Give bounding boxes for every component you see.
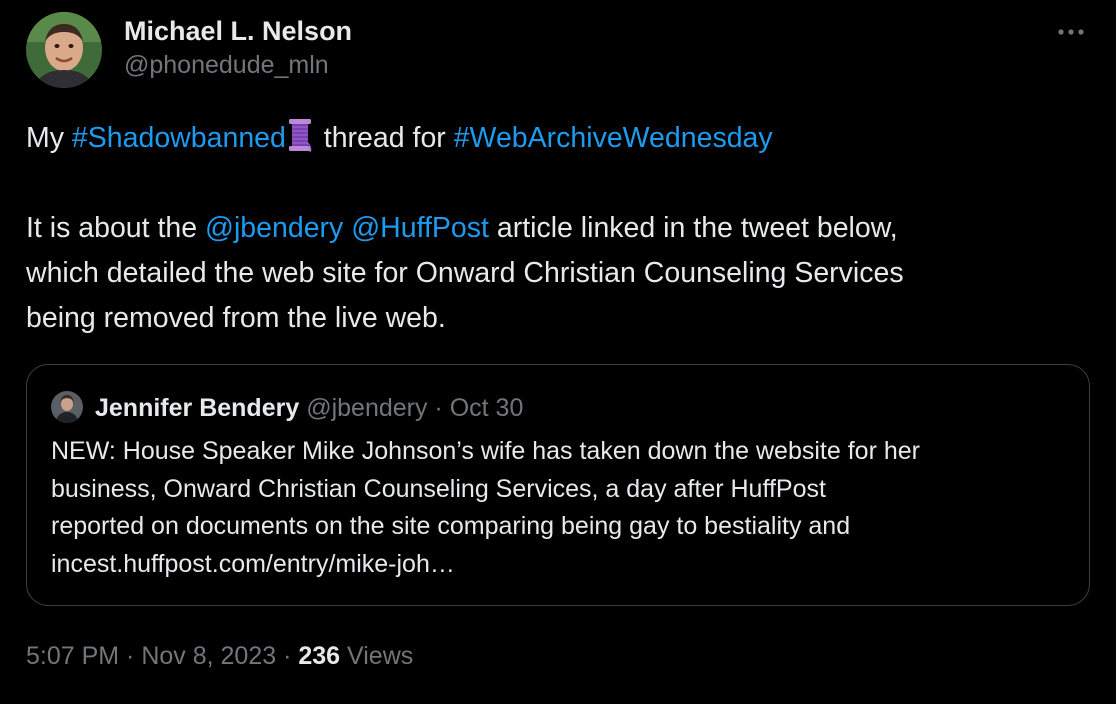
hashtag-shadowbanned[interactable]: #Shadowbanned — [72, 122, 286, 154]
tweet-line-2: It is about the @jbendery @HuffPost arti… — [26, 206, 1090, 251]
tweet-text: My #Shadowbanned thread for #WebArchiveW… — [26, 116, 1090, 341]
author-avatar-image — [26, 12, 102, 88]
mention-jbendery[interactable]: @jbendery — [205, 212, 343, 244]
quoted-tweet-text: NEW: House Speaker Mike Johnson’s wife h… — [51, 433, 1061, 583]
more-options-icon[interactable] — [1056, 22, 1086, 42]
quoted-tweet-line: reported on documents on the site compar… — [51, 512, 851, 540]
quoted-tweet-line: incest.huffpost.com/entry/mike-joh… — [51, 549, 455, 578]
author-name[interactable]: Michael L. Nelson — [124, 14, 352, 48]
quoted-author-avatar-image — [51, 391, 83, 423]
tweet-line-2-suffix: article linked in the tweet below, — [488, 212, 898, 244]
tweet-line-3: which detailed the web site for Onward C… — [26, 257, 904, 289]
quoted-author-handle[interactable]: @jbendery — [306, 394, 427, 422]
mention-huffpost[interactable]: @HuffPost — [351, 212, 489, 244]
quoted-author-avatar[interactable] — [51, 391, 83, 423]
author-handle[interactable]: @phonedude_mln — [124, 48, 352, 82]
tweet-line-1: My #Shadowbanned thread for #WebArchiveW… — [26, 116, 1090, 161]
tweet-line-1-middle: thread for — [315, 122, 454, 154]
quoted-tweet-line: business, Onward Christian Counseling Se… — [51, 474, 826, 503]
quoted-tweet-line: NEW: House Speaker Mike Johnson’s wife h… — [51, 437, 920, 465]
hashtag-webarchivewednesday[interactable]: #WebArchiveWednesday — [454, 122, 773, 154]
views-count[interactable]: 236 — [298, 642, 340, 670]
author-header: Michael L. Nelson @phonedude_mln — [124, 14, 352, 82]
quoted-tweet-date[interactable]: · Oct 30 — [427, 394, 523, 422]
quoted-author-name[interactable]: Jennifer Bendery — [95, 394, 299, 422]
spool-of-thread-icon — [288, 117, 312, 153]
quoted-tweet-header: Jennifer Bendery @jbendery · Oct 30 — [51, 391, 523, 424]
views-label: Views — [340, 642, 414, 670]
tweet-footer: 5:07 PM · Nov 8, 2023 · 236 Views — [26, 638, 413, 674]
tweet-timestamp[interactable]: 5:07 PM · Nov 8, 2023 · — [26, 642, 298, 670]
author-avatar[interactable] — [26, 12, 102, 88]
tweet-line-2-prefix: It is about the — [26, 212, 206, 244]
tweet-line-4: being removed from the live web. — [26, 302, 446, 334]
quoted-tweet-card[interactable]: Jennifer Bendery @jbendery · Oct 30 NEW:… — [26, 364, 1090, 606]
tweet-line-1-prefix: My — [26, 122, 72, 154]
